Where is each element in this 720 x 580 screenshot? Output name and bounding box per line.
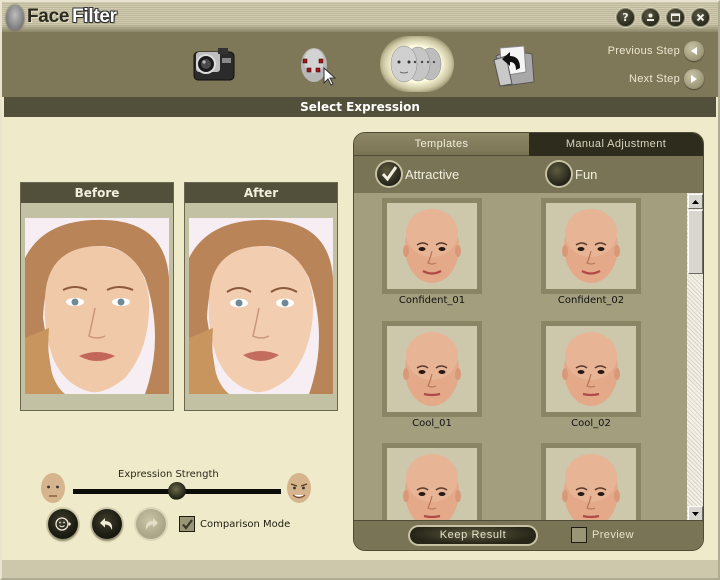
category-selector: Attractive Fun — [354, 156, 703, 193]
template-thumbnail-frame — [382, 443, 482, 522]
face-thumbnail — [562, 209, 620, 283]
minimize-button[interactable] — [641, 8, 660, 27]
after-label: After — [185, 183, 337, 203]
face-thumbnail — [562, 332, 620, 406]
add-expression-button[interactable] — [48, 509, 78, 539]
redo-icon — [145, 518, 158, 530]
app-logo-icon — [6, 5, 24, 30]
preview-checkbox[interactable] — [571, 527, 587, 543]
face-thumbnail — [562, 454, 620, 522]
template-face-image — [387, 448, 477, 522]
checkmark-icon — [181, 518, 193, 530]
camera-icon[interactable] — [190, 44, 240, 84]
maximize-button[interactable] — [666, 8, 685, 27]
template-thumbnail-frame — [382, 321, 482, 417]
scroll-up-button[interactable] — [688, 194, 703, 209]
app-title-face: Face — [27, 6, 70, 27]
comparison-mode-label: Comparison Mode — [200, 518, 291, 530]
redo-button[interactable] — [136, 509, 166, 539]
category-attractive[interactable]: Attractive — [377, 162, 459, 186]
step-title: Select Expression — [4, 97, 716, 117]
expression-faces-icon[interactable] — [380, 36, 454, 92]
before-panel: Before — [20, 182, 174, 411]
template-label: Cool_01 — [412, 418, 452, 429]
window-controls: ? — [616, 8, 710, 27]
radio-checked-icon — [377, 162, 401, 186]
template-tile[interactable] — [382, 443, 482, 522]
template-face-image — [387, 326, 477, 412]
face-thumbnail — [403, 454, 461, 522]
before-label: Before — [21, 183, 173, 203]
template-tile[interactable]: Confident_01 — [382, 198, 482, 306]
comparison-mode-toggle[interactable]: Comparison Mode — [179, 516, 290, 532]
next-step-button[interactable]: Next Step — [629, 69, 704, 89]
radio-unchecked-icon — [547, 162, 571, 186]
category-fun[interactable]: Fun — [547, 162, 597, 186]
previous-step-label: Previous Step — [607, 45, 680, 57]
undo-button[interactable] — [92, 509, 122, 539]
arrow-left-icon — [684, 41, 704, 61]
arrow-down-icon — [692, 511, 699, 516]
template-face-image — [387, 203, 477, 289]
next-step-label: Next Step — [628, 73, 680, 85]
panel-tabs: Templates Manual Adjustment — [354, 133, 703, 156]
expression-strength-label: Expression Strength — [118, 469, 219, 480]
title-bar[interactable]: Face Filter ? — [2, 2, 718, 32]
neutral-face-icon — [38, 470, 68, 506]
maximize-icon — [670, 13, 681, 22]
minimize-icon — [647, 13, 654, 21]
template-scrollbar[interactable] — [687, 193, 703, 522]
template-label: Confident_02 — [557, 295, 625, 306]
smiley-plus-icon — [55, 517, 71, 531]
app-title-filter: Filter — [72, 6, 117, 27]
previous-step-button[interactable]: Previous Step — [608, 41, 704, 61]
tab-templates[interactable]: Templates — [354, 133, 529, 156]
scroll-thumb[interactable] — [688, 210, 703, 274]
after-panel: After — [184, 182, 338, 411]
preview-label: Preview — [592, 529, 634, 541]
keep-result-button[interactable]: Keep Result — [408, 525, 538, 546]
after-photo — [189, 218, 333, 394]
template-thumbnail-frame — [541, 198, 641, 294]
template-tile[interactable]: Cool_01 — [382, 321, 482, 429]
app-title: Face Filter — [27, 6, 117, 28]
templates-panel: Templates Manual Adjustment Attractive F… — [353, 132, 704, 551]
template-tile[interactable]: Confident_02 — [541, 198, 641, 306]
template-label: Cool_02 — [571, 418, 611, 429]
close-icon — [696, 13, 705, 22]
undo-icon — [100, 518, 113, 530]
category-attractive-label: Attractive — [405, 166, 460, 182]
template-thumbnail-frame — [541, 321, 641, 417]
strong-expression-face-icon — [284, 470, 314, 506]
template-label: Confident_01 — [398, 295, 466, 306]
template-grid: Confident_01 Confident_02 Cool_01 Cool_0… — [354, 193, 687, 522]
help-button[interactable]: ? — [616, 8, 635, 27]
template-tile[interactable] — [541, 443, 641, 522]
template-face-image — [546, 326, 636, 412]
scroll-down-button[interactable] — [688, 506, 703, 521]
tab-manual-adjustment[interactable]: Manual Adjustment — [529, 133, 703, 156]
arrow-right-icon — [684, 69, 704, 89]
template-thumbnail-frame — [382, 198, 482, 294]
face-markers-icon[interactable] — [294, 41, 344, 89]
face-thumbnail — [403, 332, 461, 406]
before-photo — [25, 218, 169, 394]
help-icon: ? — [622, 11, 629, 24]
close-button[interactable] — [691, 8, 710, 27]
template-thumbnail-frame — [541, 443, 641, 522]
status-bar — [2, 560, 718, 578]
template-face-image — [546, 448, 636, 522]
category-fun-label: Fun — [575, 166, 598, 182]
template-tile[interactable]: Cool_02 — [541, 321, 641, 429]
folder-icon[interactable] — [490, 42, 540, 88]
app-window: Face Filter ? Previous Step Next Step Se… — [0, 0, 720, 580]
template-face-image — [546, 203, 636, 289]
face-thumbnail — [403, 209, 461, 283]
wizard-toolbar: Previous Step Next Step — [2, 32, 718, 97]
comparison-mode-checkbox[interactable] — [179, 516, 195, 532]
arrow-up-icon — [692, 199, 699, 204]
panel-footer: Keep Result Preview — [354, 520, 703, 550]
slider-handle[interactable] — [168, 482, 186, 500]
preview-toggle[interactable]: Preview — [571, 527, 634, 543]
